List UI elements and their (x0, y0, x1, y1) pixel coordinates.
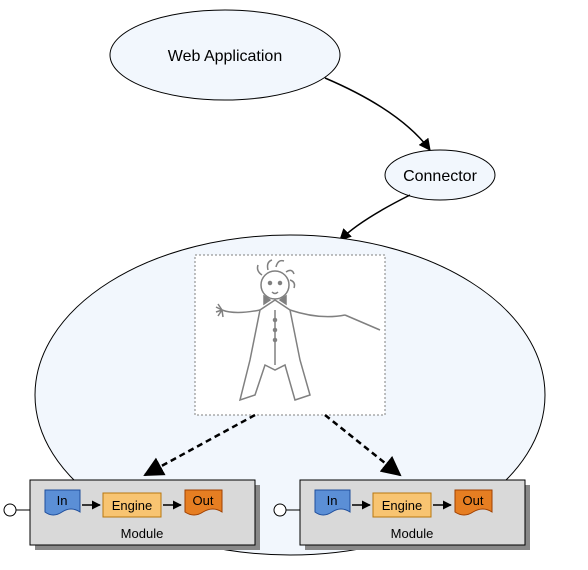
module-right-caption: Module (391, 526, 434, 541)
module-left-caption: Module (121, 526, 164, 541)
svg-text:Engine: Engine (112, 498, 152, 513)
arrow-webapp-to-connector (325, 78, 430, 150)
arrow-connector-to-system (340, 195, 410, 240)
conductor-box (195, 255, 385, 415)
svg-text:In: In (327, 493, 338, 508)
architecture-diagram: Web Application Connector (0, 0, 588, 570)
module-left: In Engine Out Module (4, 480, 260, 550)
module-right: In Engine Out Module (274, 480, 530, 550)
web-application-label: Web Application (168, 48, 282, 65)
module-left-engine: Engine (103, 493, 161, 517)
connector-node: Connector (385, 150, 495, 200)
connector-label: Connector (403, 168, 477, 185)
module-right-engine: Engine (373, 493, 431, 517)
svg-text:Engine: Engine (382, 498, 422, 513)
svg-text:Out: Out (193, 493, 214, 508)
svg-text:In: In (57, 493, 68, 508)
web-application-node: Web Application (110, 10, 340, 100)
svg-text:Out: Out (463, 493, 484, 508)
